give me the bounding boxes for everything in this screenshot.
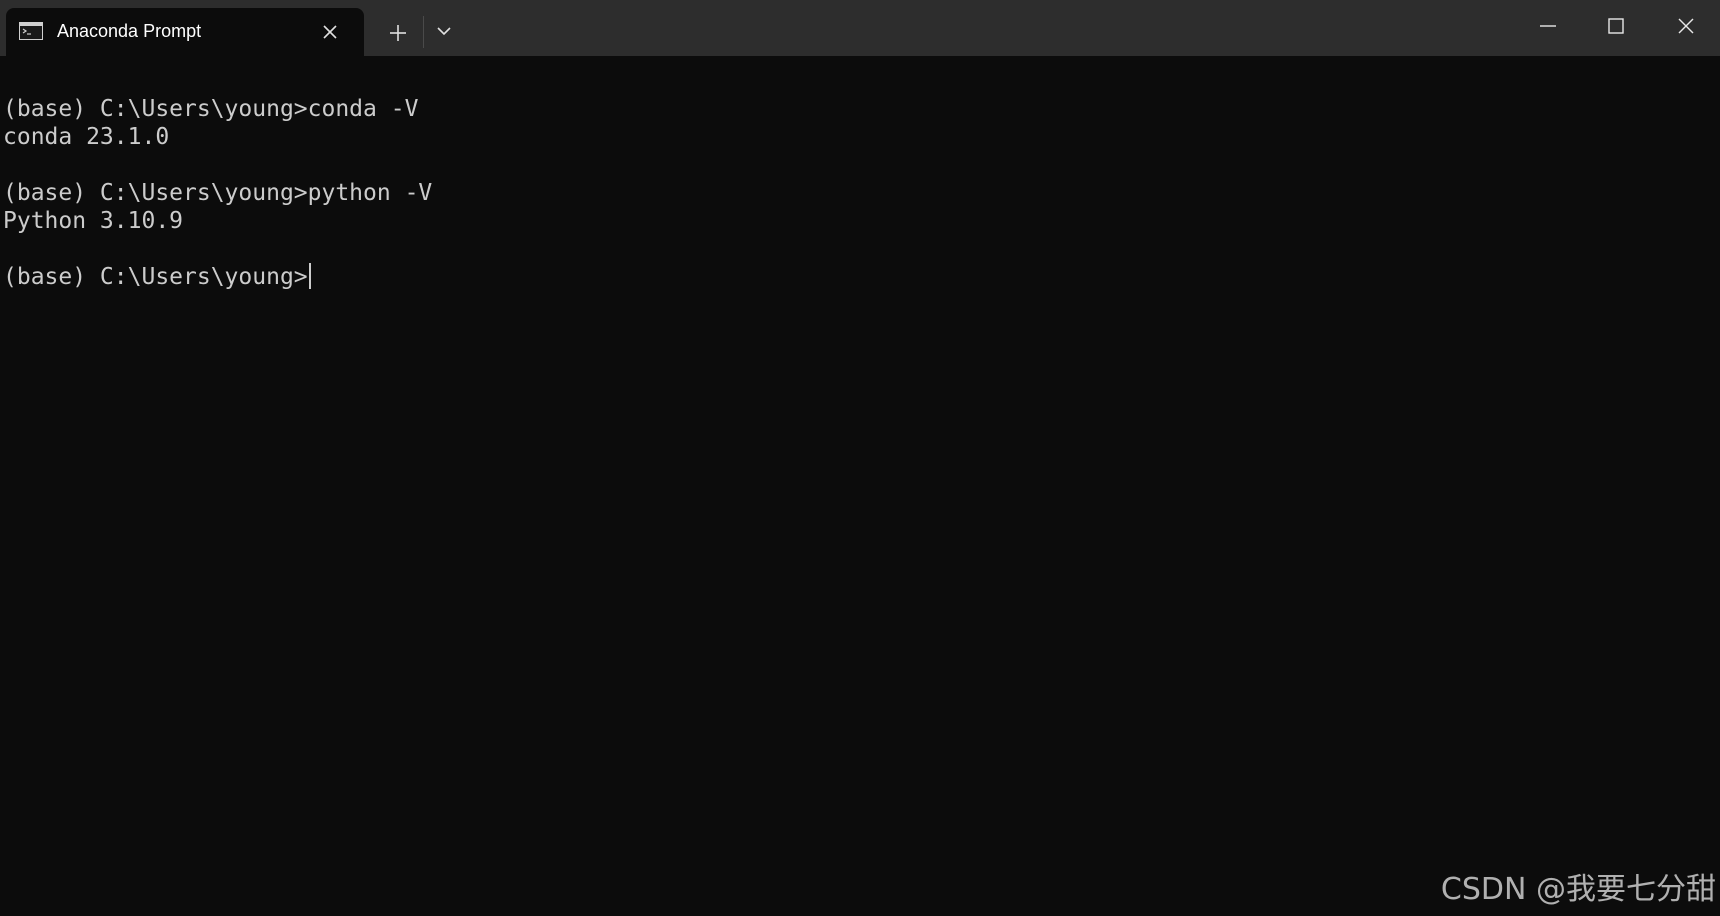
title-bar: Anaconda Prompt	[0, 0, 1720, 56]
terminal-line: (base) C:\Users\young>python -V	[3, 180, 433, 206]
chevron-down-icon[interactable]	[433, 20, 455, 42]
minimize-button[interactable]	[1514, 0, 1582, 52]
plus-icon[interactable]	[385, 20, 411, 46]
terminal-prompt-line: (base) C:\Users\young>	[3, 263, 311, 291]
close-tab-icon[interactable]	[320, 22, 340, 42]
maximize-button[interactable]	[1582, 0, 1650, 52]
tab-title: Anaconda Prompt	[57, 21, 202, 41]
terminal-line: conda 23.1.0	[3, 124, 170, 150]
minimize-icon	[1540, 25, 1556, 27]
terminal-line: Python 3.10.9	[3, 208, 184, 234]
maximize-icon	[1608, 18, 1624, 34]
terminal-icon	[19, 22, 43, 40]
titlebar-divider	[423, 16, 424, 48]
prompt-text: (base) C:\Users\young>	[3, 264, 308, 290]
close-window-button[interactable]	[1652, 0, 1720, 52]
tab-anaconda-prompt[interactable]: Anaconda Prompt	[6, 8, 364, 56]
watermark: CSDN @我要七分甜	[1440, 872, 1716, 907]
terminal-line: (base) C:\Users\young>conda -V	[3, 96, 419, 122]
text-cursor	[308, 263, 311, 289]
terminal-output[interactable]: (base) C:\Users\young>conda -V conda 23.…	[0, 56, 1720, 916]
close-icon	[1678, 18, 1694, 34]
terminal-window: Anaconda Prompt (base) C:\Users\young>co…	[0, 0, 1720, 916]
